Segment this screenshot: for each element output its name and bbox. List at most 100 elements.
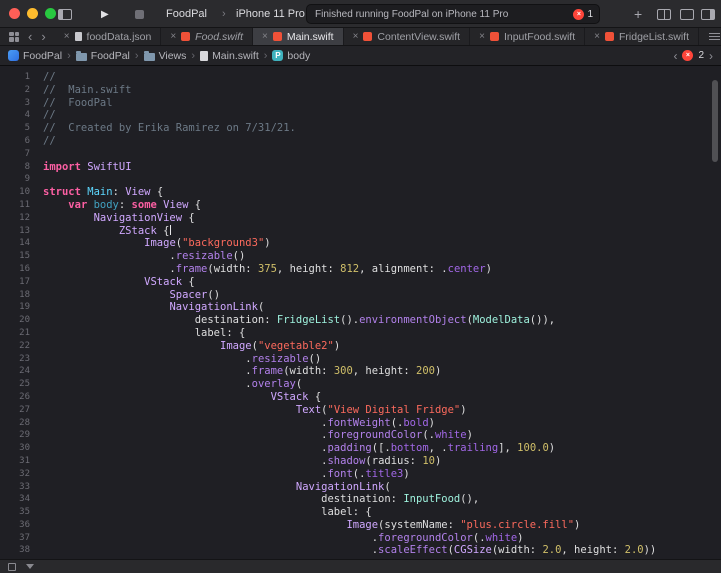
code-line[interactable]: 17 VStack { xyxy=(0,276,721,289)
code-line[interactable]: 19 NavigationLink( xyxy=(0,301,721,314)
code-line[interactable]: 18 Spacer() xyxy=(0,289,721,302)
editor-layout-button[interactable] xyxy=(680,0,694,28)
code-line[interactable]: 20 destination: FridgeList().environment… xyxy=(0,314,721,327)
code-line[interactable]: 28 .fontWeight(.bold) xyxy=(0,417,721,430)
forward-icon[interactable]: › xyxy=(41,30,45,43)
next-issue-icon[interactable]: › xyxy=(709,50,713,62)
code-line[interactable]: 21 label: { xyxy=(0,327,721,340)
code-line[interactable]: 8 import SwiftUI xyxy=(0,161,721,174)
scheme-selector[interactable]: FoodPal xyxy=(166,0,207,28)
run-button[interactable]: ▶ xyxy=(101,0,109,28)
code-line[interactable]: 4 // xyxy=(0,109,721,122)
breadcrumb-symbol-body[interactable]: P body xyxy=(272,50,310,62)
code-line[interactable]: 15 .resizable() xyxy=(0,250,721,263)
scheme-name: FoodPal xyxy=(166,8,207,20)
activity-status-bar[interactable]: Finished running FoodPal on iPhone 11 Pr… xyxy=(306,4,600,24)
code-line[interactable]: 27 Text("View Digital Fridge") xyxy=(0,404,721,417)
zoom-window-button[interactable] xyxy=(45,8,56,19)
code-line[interactable]: 29 .foregroundColor(.white) xyxy=(0,429,721,442)
library-button[interactable]: + xyxy=(634,0,642,28)
code-line[interactable]: 7 xyxy=(0,148,721,161)
swift-file-icon xyxy=(181,32,191,41)
line-number: 28 xyxy=(19,417,30,428)
code-line[interactable]: 30 .padding([.bottom, .trailing], 100.0) xyxy=(0,442,721,455)
text-caret xyxy=(170,224,172,235)
code-line[interactable]: 11 var body: some View { xyxy=(0,199,721,212)
tab-inputfood-swift[interactable]: × InputFood.swift xyxy=(470,28,586,45)
code-line[interactable]: 12 NavigationView { xyxy=(0,212,721,225)
code-line[interactable]: 23 .resizable() xyxy=(0,353,721,366)
code-line[interactable]: 26 VStack { xyxy=(0,391,721,404)
vertical-scrollbar[interactable] xyxy=(712,80,718,162)
inspector-toggle-button[interactable] xyxy=(701,0,715,28)
breadcrumb-project[interactable]: FoodPal xyxy=(8,50,62,62)
code-line[interactable]: 22 Image("vegetable2") xyxy=(0,340,721,353)
line-number: 23 xyxy=(19,353,30,364)
code-line[interactable]: 33 NavigationLink( xyxy=(0,481,721,494)
code-line[interactable]: 24 .frame(width: 300, height: 200) xyxy=(0,365,721,378)
code-line[interactable]: 9 xyxy=(0,173,721,186)
previous-issue-icon[interactable]: ‹ xyxy=(673,50,677,62)
code-line[interactable]: 34 destination: InputFood(), xyxy=(0,493,721,506)
close-icon[interactable]: × xyxy=(64,31,70,42)
code-text: .foregroundColor(.white) xyxy=(43,429,473,442)
code-editor[interactable]: 1 // 2 // Main.swift 3 // FoodPal 4 // 5 // Creat… xyxy=(0,66,721,559)
tab-main-swift[interactable]: × Main.swift xyxy=(253,28,344,45)
close-window-button[interactable] xyxy=(9,8,20,19)
filter-icon[interactable] xyxy=(26,564,34,569)
code-line[interactable]: 6 // xyxy=(0,135,721,148)
line-number: 30 xyxy=(19,443,30,454)
breadcrumb-file[interactable]: Main.swift xyxy=(200,50,259,62)
code-line[interactable]: 25 .overlay( xyxy=(0,378,721,391)
line-number: 15 xyxy=(19,251,30,262)
line-number: 17 xyxy=(19,276,30,287)
close-icon[interactable]: × xyxy=(594,31,600,42)
error-badge[interactable]: × 1 xyxy=(573,8,593,20)
code-line[interactable]: 38 .scaleEffect(CGSize(width: 2.0, heigh… xyxy=(0,544,721,557)
code-text: destination: FridgeList().environmentObj… xyxy=(43,314,556,327)
minimize-window-button[interactable] xyxy=(27,8,38,19)
tab-fridgelist-swift[interactable]: × FridgeList.swift xyxy=(585,28,700,45)
code-line[interactable]: 3 // FoodPal xyxy=(0,97,721,110)
editor-layout-icon xyxy=(680,8,694,20)
sidebar-toggle-icon[interactable] xyxy=(58,0,72,28)
code-text: .fontWeight(.bold) xyxy=(43,416,435,429)
toggle-debug-area-icon[interactable] xyxy=(8,562,16,571)
tab-fooddata-json[interactable]: × foodData.json xyxy=(55,28,162,45)
code-line[interactable]: 5 // Created by Erika Ramirez on 7/31/21. xyxy=(0,122,721,135)
code-line[interactable]: 31 .shadow(radius: 10) xyxy=(0,455,721,468)
code-line[interactable]: 14 Image("background3") xyxy=(0,237,721,250)
related-items-icon[interactable] xyxy=(9,31,19,42)
play-icon: ▶ xyxy=(101,8,109,20)
close-icon[interactable]: × xyxy=(479,31,485,42)
code-line[interactable]: 2 // Main.swift xyxy=(0,84,721,97)
tab-food-swift[interactable]: × Food.swift xyxy=(161,28,254,45)
code-text: VStack { xyxy=(144,275,195,288)
code-line[interactable]: 13 ZStack { xyxy=(0,224,721,238)
breadcrumb-separator: › xyxy=(134,49,139,62)
code-line[interactable]: 37 .foregroundColor(.white) xyxy=(0,532,721,545)
close-icon[interactable]: × xyxy=(353,31,359,42)
line-number: 16 xyxy=(19,263,30,274)
code-line[interactable]: 36 Image(systemName: "plus.circle.fill") xyxy=(0,519,721,532)
back-icon[interactable]: ‹ xyxy=(28,30,32,43)
code-line[interactable]: 1 // xyxy=(0,71,721,84)
tab-label: FridgeList.swift xyxy=(618,30,690,43)
code-line[interactable]: 16 .frame(width: 375, height: 812, align… xyxy=(0,263,721,276)
code-line[interactable]: 32 .font(.title3) xyxy=(0,468,721,481)
code-text: Image(systemName: "plus.circle.fill") xyxy=(346,518,581,531)
code-line[interactable]: 10 struct Main: View { xyxy=(0,186,721,199)
tab-contentview-swift[interactable]: × ContentView.swift xyxy=(344,28,471,45)
code-text: .font(.title3) xyxy=(43,467,410,480)
error-count: 1 xyxy=(587,8,593,20)
close-icon[interactable]: × xyxy=(170,31,176,42)
stop-button[interactable] xyxy=(135,0,144,28)
close-icon[interactable]: × xyxy=(262,31,268,42)
split-editor-button[interactable] xyxy=(657,0,671,28)
run-destination-selector[interactable]: iPhone 11 Pro xyxy=(236,0,305,28)
editor-options-icon[interactable] xyxy=(709,33,721,40)
breadcrumb-group-foodpal[interactable]: FoodPal xyxy=(75,50,130,62)
line-number: 8 xyxy=(24,161,30,172)
breadcrumb-group-views[interactable]: Views xyxy=(143,50,186,62)
code-line[interactable]: 35 label: { xyxy=(0,506,721,519)
